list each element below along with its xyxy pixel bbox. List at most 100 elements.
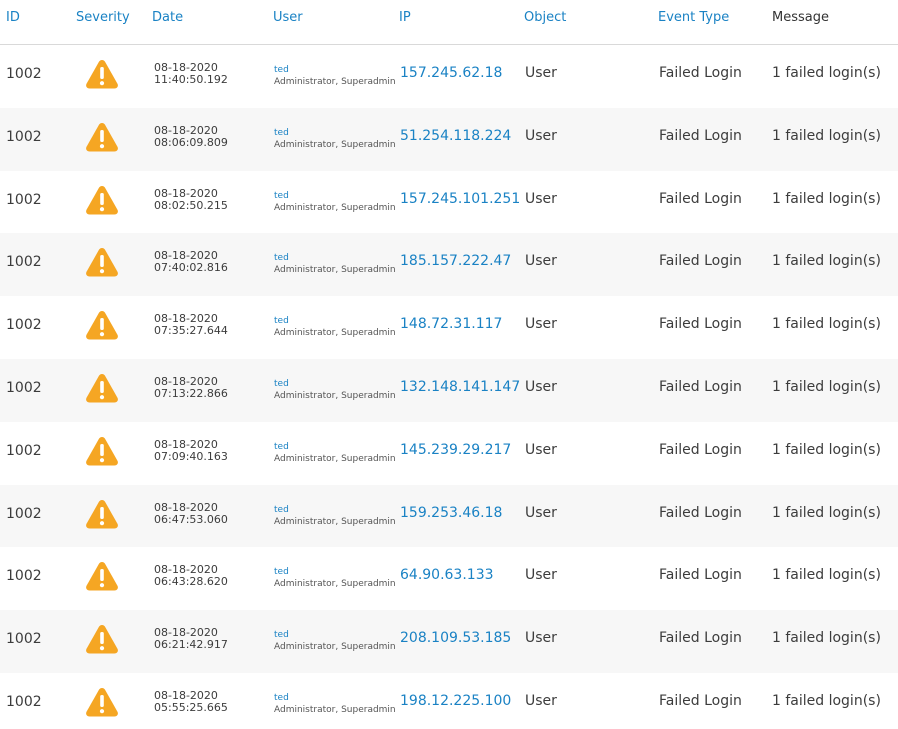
event-id: 1002 <box>6 631 42 648</box>
column-header-object[interactable]: Object <box>524 10 566 26</box>
event-type: Failed Login <box>659 504 742 521</box>
ip-address-link[interactable]: 157.245.101.251 <box>400 191 520 207</box>
ip-address-link[interactable]: 64.90.63.133 <box>400 567 494 583</box>
table-row[interactable]: 1002 08-18-2020 06:47:53.060 ted Adminis… <box>0 484 898 548</box>
ip-address-link[interactable]: 145.239.29.217 <box>400 442 511 458</box>
event-user: ted Administrator, Superadmin <box>274 127 396 151</box>
event-type: Failed Login <box>659 630 742 647</box>
event-date-day: 08-18-2020 <box>154 123 218 137</box>
user-roles: Administrator, Superadmin <box>274 328 396 339</box>
warning-triangle-icon <box>85 184 119 216</box>
column-header-date[interactable]: Date <box>152 10 183 26</box>
event-user: ted Administrator, Superadmin <box>274 692 396 716</box>
event-date-time: 05:55:25.665 <box>154 700 228 714</box>
table-row[interactable]: 1002 08-18-2020 07:40:02.816 ted Adminis… <box>0 233 898 297</box>
user-name-link[interactable]: ted <box>274 692 396 704</box>
user-name-link[interactable]: ted <box>274 378 396 390</box>
ip-address-link[interactable]: 185.157.222.47 <box>400 253 511 269</box>
table-row[interactable]: 1002 08-18-2020 08:02:50.215 ted Adminis… <box>0 170 898 234</box>
event-message: 1 failed login(s) <box>772 630 881 647</box>
event-message: 1 failed login(s) <box>772 441 881 458</box>
event-date: 08-18-2020 06:21:42.917 <box>154 627 228 651</box>
event-date: 08-18-2020 06:43:28.620 <box>154 564 228 588</box>
column-header-message: Message <box>772 10 829 25</box>
event-type: Failed Login <box>659 190 742 207</box>
event-date-time: 06:21:42.917 <box>154 638 228 652</box>
event-date-time: 08:06:09.809 <box>154 135 228 149</box>
column-header-id[interactable]: ID <box>6 10 20 26</box>
ip-address-link[interactable]: 198.12.225.100 <box>400 693 511 709</box>
ip-address-link[interactable]: 148.72.31.117 <box>400 316 502 332</box>
event-object: User <box>525 504 557 521</box>
event-object: User <box>525 190 557 207</box>
event-date: 08-18-2020 07:35:27.644 <box>154 313 228 337</box>
event-message: 1 failed login(s) <box>772 316 881 333</box>
event-id: 1002 <box>6 568 42 585</box>
user-roles: Administrator, Superadmin <box>274 202 396 213</box>
table-row[interactable]: 1002 08-18-2020 06:21:42.917 ted Adminis… <box>0 610 898 673</box>
event-user: ted Administrator, Superadmin <box>274 504 396 528</box>
user-name-link[interactable]: ted <box>274 566 396 578</box>
event-date: 08-18-2020 07:09:40.163 <box>154 438 228 463</box>
table-row[interactable]: 1002 08-18-2020 07:09:40.163 ted Adminis… <box>0 421 898 485</box>
warning-triangle-icon <box>85 435 119 467</box>
table-row[interactable]: 1002 08-18-2020 06:43:28.620 ted Adminis… <box>0 547 898 611</box>
ip-address-link[interactable]: 132.148.141.147 <box>400 379 520 395</box>
event-date: 08-18-2020 07:13:22.866 <box>154 375 228 400</box>
event-message: 1 failed login(s) <box>772 504 881 521</box>
column-header-ip[interactable]: IP <box>399 10 411 26</box>
user-name-link[interactable]: ted <box>274 190 396 202</box>
user-roles: Administrator, Superadmin <box>274 265 396 276</box>
table-row[interactable]: 1002 08-18-2020 08:06:09.809 ted Adminis… <box>0 107 898 171</box>
table-row[interactable]: 1002 08-18-2020 05:55:25.665 ted Adminis… <box>0 672 898 729</box>
user-name-link[interactable]: ted <box>274 64 396 76</box>
table-row[interactable]: 1002 08-18-2020 07:13:22.866 ted Adminis… <box>0 358 898 422</box>
event-object: User <box>525 630 557 647</box>
event-date-time: 08:02:50.215 <box>154 198 228 212</box>
event-object: User <box>525 65 557 81</box>
user-roles: Administrator, Superadmin <box>274 77 396 87</box>
user-name-link[interactable]: ted <box>274 252 396 264</box>
event-type: Failed Login <box>659 253 742 270</box>
ip-address-link[interactable]: 157.245.62.18 <box>400 65 502 81</box>
event-message: 1 failed login(s) <box>772 692 881 709</box>
event-user: ted Administrator, Superadmin <box>274 315 396 339</box>
event-date-day: 08-18-2020 <box>154 500 218 514</box>
ip-address-link[interactable]: 159.253.46.18 <box>400 505 502 521</box>
event-id: 1002 <box>6 379 42 396</box>
warning-triangle-icon <box>85 246 119 278</box>
user-roles: Administrator, Superadmin <box>274 390 396 401</box>
event-date: 08-18-2020 07:40:02.816 <box>154 250 228 274</box>
event-user: ted Administrator, Superadmin <box>274 252 396 276</box>
event-date-day: 08-18-2020 <box>154 186 218 200</box>
user-name-link[interactable]: ted <box>274 629 396 641</box>
event-type: Failed Login <box>659 316 742 333</box>
event-user: ted Administrator, Superadmin <box>274 64 396 88</box>
event-type: Failed Login <box>659 441 742 458</box>
event-date: 08-18-2020 08:02:50.215 <box>154 186 228 212</box>
event-date-time: 11:40:50.192 <box>154 73 228 86</box>
warning-triangle-icon <box>85 623 119 655</box>
event-id: 1002 <box>6 128 42 145</box>
user-name-link[interactable]: ted <box>274 441 396 453</box>
event-user: ted Administrator, Superadmin <box>274 378 396 402</box>
user-name-link[interactable]: ted <box>274 504 396 516</box>
warning-triangle-icon <box>85 372 119 404</box>
event-type: Failed Login <box>659 65 742 81</box>
column-header-user[interactable]: User <box>273 10 303 26</box>
event-id: 1002 <box>6 191 42 208</box>
column-header-severity[interactable]: Severity <box>76 10 130 26</box>
user-roles: Administrator, Superadmin <box>274 642 396 653</box>
user-name-link[interactable]: ted <box>274 127 396 139</box>
ip-address-link[interactable]: 208.109.53.185 <box>400 630 511 646</box>
ip-address-link[interactable]: 51.254.118.224 <box>400 128 511 144</box>
user-name-link[interactable]: ted <box>274 315 396 327</box>
event-date-time: 06:43:28.620 <box>154 575 228 589</box>
warning-triangle-icon <box>85 498 119 530</box>
table-row[interactable]: 1002 08-18-2020 11:40:50.192 ted Adminis… <box>0 45 898 108</box>
table-body: 1002 08-18-2020 11:40:50.192 ted Adminis… <box>0 45 898 729</box>
event-type: Failed Login <box>659 567 742 584</box>
table-row[interactable]: 1002 08-18-2020 07:35:27.644 ted Adminis… <box>0 296 898 359</box>
event-user: ted Administrator, Superadmin <box>274 629 396 653</box>
column-header-event-type[interactable]: Event Type <box>658 10 729 26</box>
